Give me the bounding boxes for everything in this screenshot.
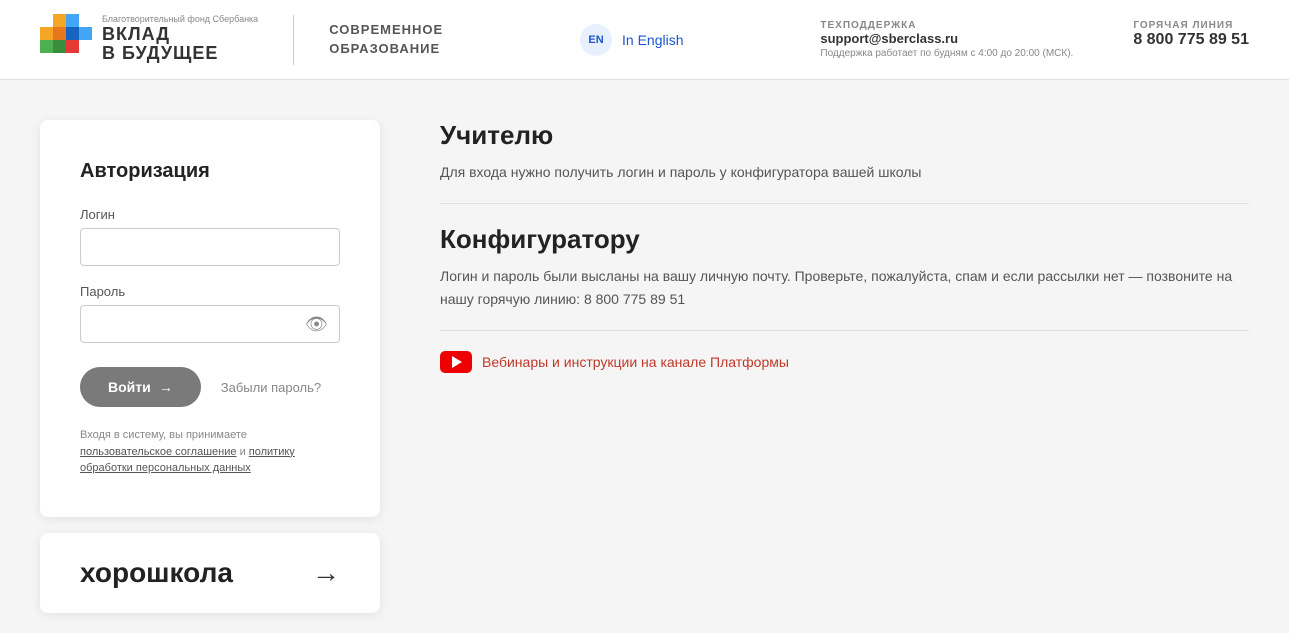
auth-title: Авторизация [80,160,340,183]
header-subtitle: СОВРЕМЕННОЕ ОБРАЗОВАНИЕ [329,21,443,57]
support-label: ТЕХПОДДЕРЖКА [820,20,1073,31]
login-button[interactable]: Войти → [80,367,201,407]
password-label: Пароль [80,284,340,299]
login-label: Логин [80,207,340,222]
show-password-icon[interactable]: 👁 [305,315,328,333]
hotline-label: ГОРЯЧАЯ ЛИНИЯ [1133,20,1249,31]
bottom-school-text: хорошкола [80,557,233,589]
teacher-block: Учителю Для входа нужно получить логин и… [440,120,1249,183]
divider-2 [440,330,1249,331]
password-wrapper: 👁 [80,305,340,343]
divider-1 [440,203,1249,204]
youtube-link[interactable]: Вебинары и инструкции на канале Платформ… [440,351,1249,373]
hotline-block: ГОРЯЧАЯ ЛИНИЯ 8 800 775 89 51 [1133,20,1249,59]
login-arrow-icon: → [159,379,173,395]
configurator-title: Конфигуратору [440,224,1249,255]
user-agreement-link[interactable]: пользовательское соглашение [80,446,237,458]
support-email: support@sberclass.ru [820,31,1073,46]
youtube-text: Вебинары и инструкции на канале Платформ… [482,354,789,370]
logo-block: Благотворительный фонд Сбербанка ВКЛАД В… [40,14,258,66]
form-actions: Войти → Забыли пароль? [80,367,340,407]
lang-badge: EN [580,24,612,56]
left-column: Авторизация Логин Пароль 👁 Войти → Забыл… [40,120,380,613]
login-input[interactable] [80,228,340,266]
logo-text: Благотворительный фонд Сбербанка ВКЛАД В… [102,15,258,64]
header-right: ТЕХПОДДЕРЖКА support@sberclass.ru Поддер… [820,20,1249,59]
bottom-arrow-icon: → [312,557,340,589]
logo-icon [40,14,92,66]
language-selector[interactable]: EN In English [580,24,683,56]
support-note: Поддержка работает по будням с 4:00 до 2… [820,48,1073,59]
main-content: Авторизация Логин Пароль 👁 Войти → Забыл… [0,80,1289,633]
password-input[interactable] [80,305,340,343]
lang-link[interactable]: In English [622,32,683,48]
header-left: Благотворительный фонд Сбербанка ВКЛАД В… [40,14,443,66]
auth-card: Авторизация Логин Пароль 👁 Войти → Забыл… [40,120,380,517]
configurator-block: Конфигуратору Логин и пароль были выслан… [440,224,1249,310]
header-divider [293,15,294,65]
teacher-title: Учителю [440,120,1249,151]
hotline-number: 8 800 775 89 51 [1133,31,1249,49]
support-block: ТЕХПОДДЕРЖКА support@sberclass.ru Поддер… [820,20,1073,59]
login-button-label: Войти [108,379,151,395]
info-section: Учителю Для входа нужно получить логин и… [440,120,1249,613]
bottom-card[interactable]: хорошкола → [40,533,380,613]
logo-main-text: ВКЛАД В БУДУЩЕЕ [102,25,258,65]
youtube-icon [440,351,472,373]
terms-text: Входя в систему, вы принимаете пользоват… [80,427,340,477]
forgot-password-link[interactable]: Забыли пароль? [221,380,321,395]
configurator-text: Логин и пароль были высланы на вашу личн… [440,265,1249,310]
teacher-text: Для входа нужно получить логин и пароль … [440,161,1249,183]
header: Благотворительный фонд Сбербанка ВКЛАД В… [0,0,1289,80]
